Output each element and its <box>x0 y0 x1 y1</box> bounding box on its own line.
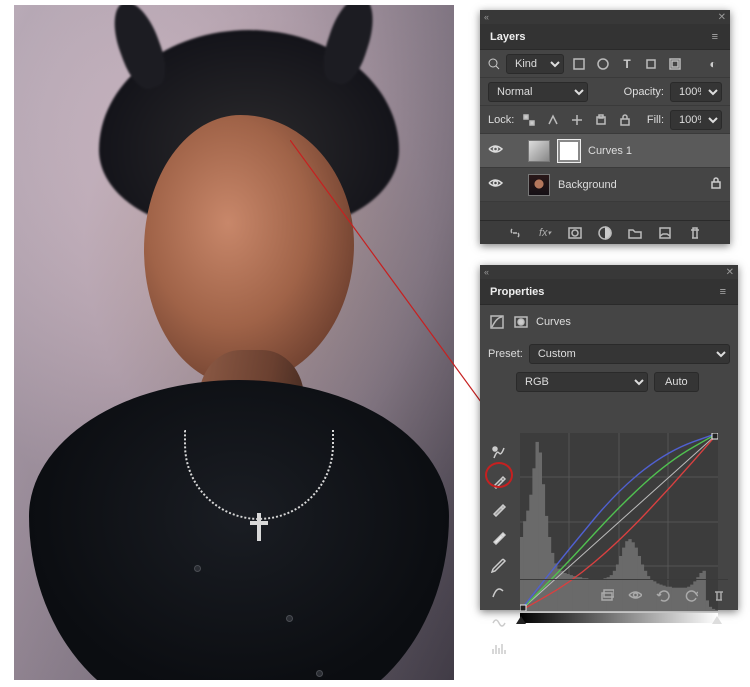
white-point-eyedropper-icon[interactable] <box>488 527 510 547</box>
filter-pixel-icon[interactable] <box>570 55 588 73</box>
curves-adjustment-icon <box>488 313 506 331</box>
layer-filter-row: Kind T ◐ <box>480 50 730 78</box>
layers-panel: « ✕ Layers ≡ Kind T ◐ Normal Opacity: 10… <box>480 10 730 244</box>
filter-smart-icon[interactable] <box>666 55 684 73</box>
layer-spacer <box>480 202 730 220</box>
delete-adjustment-icon[interactable] <box>710 586 728 604</box>
opacity-select[interactable]: 100% <box>670 82 722 102</box>
panel-menu-icon[interactable]: ≡ <box>720 286 728 298</box>
toggle-visibility-icon[interactable] <box>626 586 644 604</box>
panel-title: Properties <box>490 286 544 298</box>
opacity-label: Opacity: <box>624 86 664 98</box>
auto-button[interactable]: Auto <box>654 372 699 392</box>
delete-layer-icon[interactable] <box>686 224 704 242</box>
filter-type-select[interactable]: Kind <box>506 54 564 74</box>
collapse-icon[interactable]: « <box>484 267 489 277</box>
lock-nested-icon[interactable] <box>592 111 610 129</box>
properties-footer <box>520 579 728 605</box>
document-canvas[interactable] <box>14 5 454 680</box>
preset-select[interactable]: Custom <box>529 344 730 364</box>
add-mask-icon[interactable] <box>566 224 584 242</box>
panel-header: Properties ≡ <box>480 279 738 305</box>
filter-shape-icon[interactable] <box>642 55 660 73</box>
layer-name[interactable]: Curves 1 <box>588 145 632 157</box>
filter-adjustment-icon[interactable] <box>594 55 612 73</box>
new-adjustment-icon[interactable] <box>596 224 614 242</box>
layer-row-curves[interactable]: Curves 1 <box>480 134 730 168</box>
filter-type-icon[interactable]: T <box>618 55 636 73</box>
edit-points-icon[interactable] <box>488 555 510 575</box>
fill-select[interactable]: 100% <box>670 110 722 130</box>
preset-row: Preset: Custom <box>488 339 730 369</box>
smooth-icon[interactable] <box>488 611 510 631</box>
visibility-toggle[interactable] <box>488 142 504 160</box>
input-gradient[interactable] <box>520 613 718 623</box>
layer-fx-icon[interactable]: fx▾ <box>536 224 554 242</box>
layers-footer: fx▾ <box>480 220 730 244</box>
layer-row-background[interactable]: Background <box>480 168 730 202</box>
link-layers-icon[interactable] <box>506 224 524 242</box>
clip-to-layer-icon[interactable] <box>598 586 616 604</box>
adjustment-name: Curves <box>536 316 571 328</box>
panel-grip[interactable]: « ✕ <box>480 265 738 279</box>
lock-position-icon[interactable] <box>568 111 586 129</box>
panel-header: Layers ≡ <box>480 24 730 50</box>
new-layer-icon[interactable] <box>656 224 674 242</box>
white-slider[interactable] <box>712 611 722 624</box>
layer-name[interactable]: Background <box>558 179 617 191</box>
black-point-eyedropper-icon[interactable] <box>488 471 510 491</box>
layer-thumbnail[interactable] <box>528 174 550 196</box>
search-icon <box>488 58 500 70</box>
reset-icon[interactable] <box>682 586 700 604</box>
mask-mode-icon[interactable] <box>512 313 530 331</box>
adjustment-type-row: Curves <box>488 311 730 333</box>
shirt-button <box>194 565 201 572</box>
collapse-icon[interactable]: « <box>484 12 489 22</box>
new-group-icon[interactable] <box>626 224 644 242</box>
lock-transparency-icon[interactable] <box>520 111 538 129</box>
preset-label: Preset: <box>488 348 523 360</box>
channel-select[interactable]: RGB <box>516 372 648 392</box>
shirt-button <box>286 615 293 622</box>
close-icon[interactable]: ✕ <box>718 12 726 23</box>
visibility-toggle[interactable] <box>488 176 504 194</box>
adjustment-thumbnail[interactable] <box>528 140 550 162</box>
mask-thumbnail[interactable] <box>558 140 580 162</box>
on-image-adjustment-icon[interactable] <box>488 443 510 463</box>
properties-panel: « ✕ Properties ≡ Curves Preset: Custom R… <box>480 265 738 610</box>
channel-row: RGB Auto <box>516 369 730 395</box>
lock-icon <box>710 177 722 192</box>
fill-label: Fill: <box>647 114 664 126</box>
reset-previous-icon[interactable] <box>654 586 672 604</box>
draw-curve-icon[interactable] <box>488 583 510 603</box>
gray-point-eyedropper-icon[interactable] <box>488 499 510 519</box>
close-icon[interactable]: ✕ <box>726 267 734 278</box>
lock-label: Lock: <box>488 114 514 126</box>
subject-shirt <box>29 380 449 680</box>
lock-all-icon[interactable] <box>616 111 634 129</box>
filter-toggle-icon[interactable]: ◐ <box>704 55 722 73</box>
curves-tool-column <box>488 443 510 659</box>
panel-title: Layers <box>490 31 525 43</box>
subject-face <box>144 115 354 385</box>
black-slider[interactable] <box>516 611 526 624</box>
panel-grip[interactable]: « ✕ <box>480 10 730 24</box>
blend-mode-select[interactable]: Normal <box>488 82 588 102</box>
shirt-button <box>316 670 323 677</box>
lock-row: Lock: Fill: 100% <box>480 106 730 134</box>
histogram-options-icon[interactable] <box>488 639 510 659</box>
lock-pixels-icon[interactable] <box>544 111 562 129</box>
cross-pendant <box>250 513 268 541</box>
blend-row: Normal Opacity: 100% <box>480 78 730 106</box>
panel-menu-icon[interactable]: ≡ <box>712 31 720 43</box>
